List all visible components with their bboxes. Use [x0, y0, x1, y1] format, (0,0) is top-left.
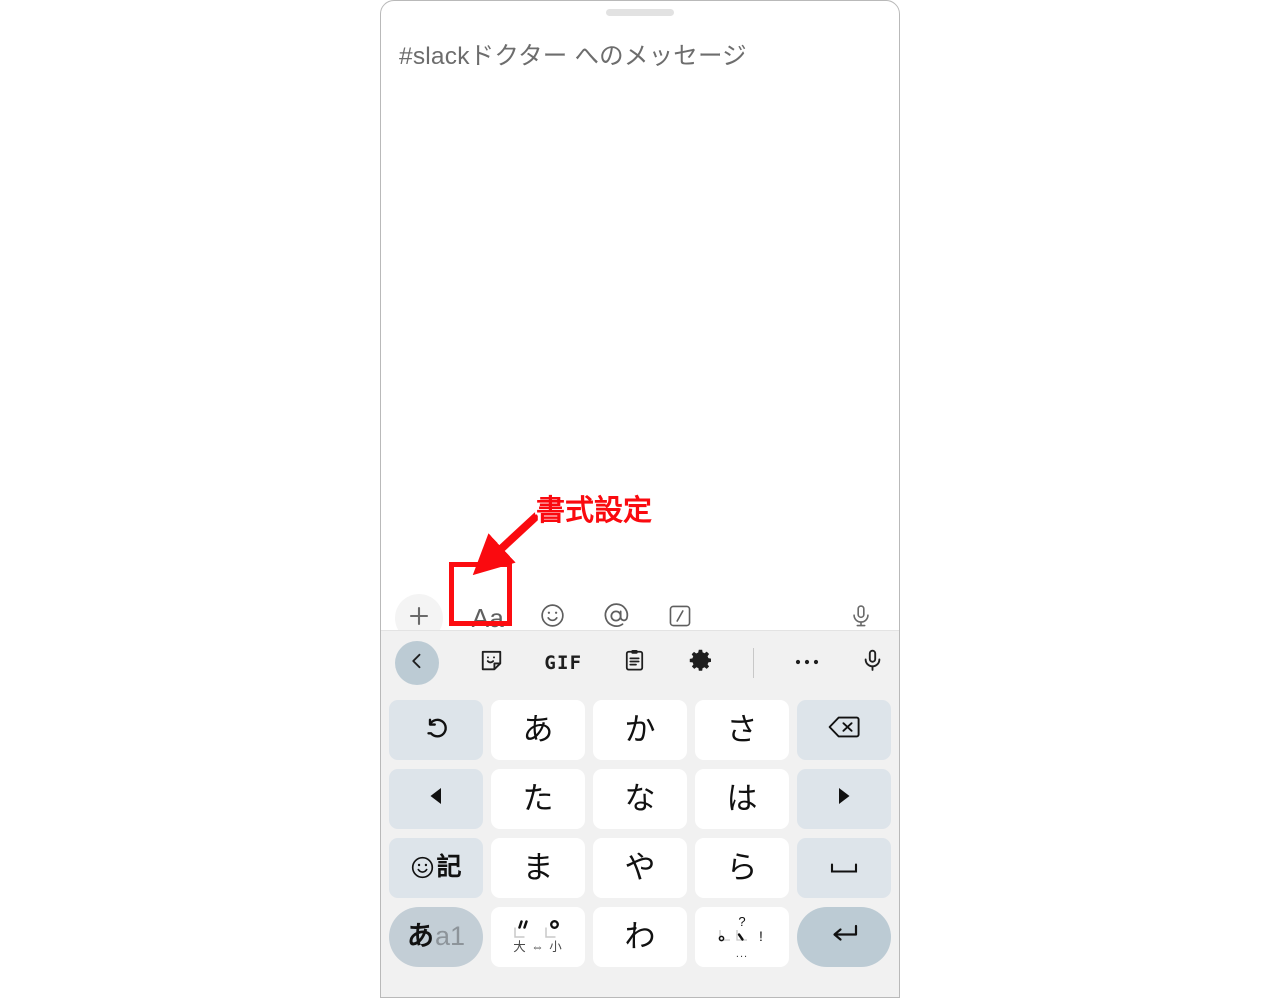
keyboard-key-rows: あ か さ た な は 記 ま や ら あ a1 大 ⇔ 小 わ ? ! ...: [381, 695, 899, 977]
key-wa[interactable]: わ: [593, 906, 687, 967]
undo-key[interactable]: [389, 699, 483, 760]
space-icon: [827, 852, 861, 883]
gif-icon: GIF: [544, 652, 583, 674]
clipboard-icon: [622, 648, 647, 678]
arrow-left-icon: [428, 786, 444, 811]
sheet-grab-handle[interactable]: [606, 9, 674, 16]
key-ra[interactable]: ら: [695, 837, 789, 898]
keyboard-row: あ か さ: [385, 695, 895, 764]
emoji-symbol-key[interactable]: 記: [389, 837, 483, 898]
keyboard-row: あ a1 大 ⇔ 小 わ ? ! ...: [385, 902, 895, 971]
dakuten-key[interactable]: 大 ⇔ 小: [491, 906, 585, 967]
punctuation-sublabel: ...: [735, 947, 749, 960]
backspace-key[interactable]: [797, 699, 891, 760]
plus-icon: [406, 603, 432, 634]
enter-key[interactable]: [797, 906, 891, 967]
annotation-label: 書式設定: [536, 495, 653, 527]
voice-input-button[interactable]: [860, 648, 885, 678]
punctuation-key[interactable]: ? ! ...: [695, 906, 789, 967]
dakuten-sublabel: 大 ⇔ 小: [513, 940, 563, 955]
input-mode-jp: あ: [406, 921, 434, 951]
message-input-placeholder[interactable]: #slackドクター へのメッセージ: [399, 37, 747, 72]
message-composer-area[interactable]: #slackドクター へのメッセージ Aa: [381, 23, 899, 642]
input-mode-en: a1: [434, 921, 466, 951]
input-mode-key[interactable]: あ a1: [389, 906, 483, 967]
gear-icon: [688, 648, 713, 678]
keyboard-row: た な は: [385, 764, 895, 833]
software-keyboard: GIF あ か さ た な は 記 ま や ら あ a1 大 ⇔ 小 わ ? !…: [381, 630, 899, 997]
text-format-icon: Aa: [471, 603, 505, 633]
key-sa[interactable]: さ: [695, 699, 789, 760]
keyboard-row: 記 ま や ら: [385, 833, 895, 902]
emoji-symbol-icon: 記: [410, 855, 462, 880]
arrow-right-icon: [836, 786, 852, 811]
dakuten-marks: [512, 919, 565, 939]
screenshot-stage: #slackドクター へのメッセージ Aa GIF あ か さ た な は 記 …: [0, 0, 1280, 998]
dakuten-glyphs: 大 ⇔ 小: [512, 919, 565, 954]
punctuation-glyphs: ? ! ...: [710, 914, 774, 960]
sticker-icon: [479, 648, 504, 678]
space-key[interactable]: [797, 837, 891, 898]
key-ya[interactable]: や: [593, 837, 687, 898]
cursor-right-key[interactable]: [797, 768, 891, 829]
slash-command-icon: [667, 603, 693, 634]
undo-icon: [421, 712, 451, 747]
cursor-left-key[interactable]: [389, 768, 483, 829]
gif-button[interactable]: GIF: [544, 652, 582, 674]
key-ma[interactable]: ま: [491, 837, 585, 898]
key-ha[interactable]: は: [695, 768, 789, 829]
clipboard-button[interactable]: [622, 648, 647, 678]
key-na[interactable]: な: [593, 768, 687, 829]
chevron-left-icon: [407, 651, 427, 676]
key-ta[interactable]: た: [491, 768, 585, 829]
input-mode-label: あ a1: [407, 923, 465, 950]
key-a[interactable]: あ: [491, 699, 585, 760]
key-ka[interactable]: か: [593, 699, 687, 760]
microphone-icon: [860, 648, 885, 678]
sticker-button[interactable]: [479, 648, 504, 678]
keyboard-toolbar: GIF: [381, 631, 899, 695]
enter-icon: [828, 921, 860, 952]
svg-text:!: !: [759, 928, 763, 944]
settings-button[interactable]: [688, 648, 713, 678]
microphone-icon: [848, 603, 874, 634]
toolbar-divider: [752, 648, 754, 678]
ellipsis-icon: [794, 654, 820, 672]
svg-text:?: ?: [738, 914, 745, 929]
more-button[interactable]: [794, 654, 820, 672]
keyboard-back-button[interactable]: [395, 641, 439, 685]
backspace-icon: [827, 713, 861, 746]
